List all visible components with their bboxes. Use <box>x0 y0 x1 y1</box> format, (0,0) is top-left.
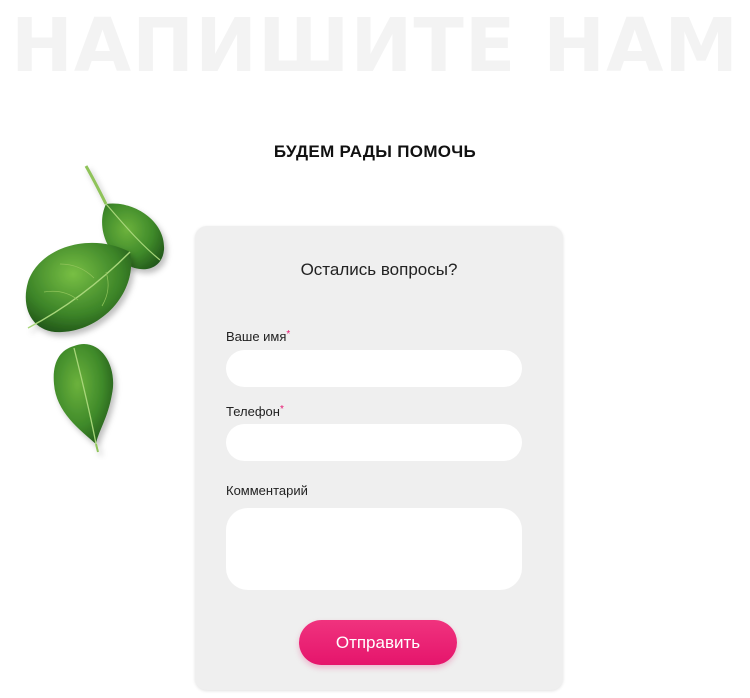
phone-input[interactable] <box>226 424 522 461</box>
spinach-leaves-image <box>25 165 165 453</box>
phone-label: Телефон* <box>226 404 284 419</box>
page-subtitle: БУДЕМ РАДЫ ПОМОЧЬ <box>273 142 477 161</box>
submit-button[interactable]: Отправить <box>299 620 457 665</box>
background-heading: НАПИШИТЕ НАМ <box>10 3 740 89</box>
name-label-text: Ваше имя <box>226 329 287 344</box>
comment-label: Комментарий <box>226 483 308 498</box>
contact-form: Остались вопросы? Ваше имя* Телефон* Ком… <box>195 226 563 690</box>
comment-textarea[interactable] <box>226 508 522 590</box>
required-mark: * <box>286 329 291 340</box>
required-mark: * <box>279 404 284 415</box>
name-input[interactable] <box>226 350 522 387</box>
phone-label-text: Телефон <box>226 404 280 419</box>
form-title: Остались вопросы? <box>300 260 458 279</box>
name-label: Ваше имя* <box>226 329 290 344</box>
